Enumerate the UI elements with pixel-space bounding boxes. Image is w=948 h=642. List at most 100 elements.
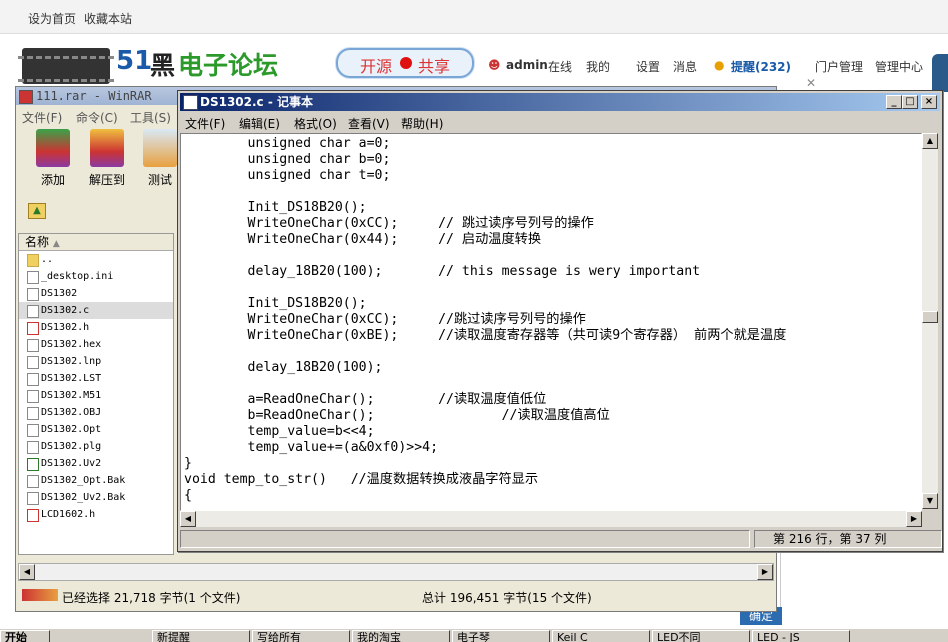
taskbar-item[interactable]: 写给所有 [252,630,350,642]
file-icon [27,373,39,386]
taskbar-item[interactable]: 电子琴 [452,630,550,642]
admin-center-link[interactable]: 管理中心 [875,58,923,75]
my-menu[interactable]: 我的 [586,58,610,75]
menu-format[interactable]: 格式(O) [294,115,337,132]
file-row[interactable]: DS1302.Opt [19,421,173,438]
file-icon [27,424,39,437]
tool-test-button[interactable]: 测试 [140,129,180,188]
scroll-left-icon[interactable]: ◀ [180,511,196,527]
file-row[interactable]: DS1302.Uv2 [19,455,173,472]
menu-edit[interactable]: 编辑(E) [239,115,280,132]
messages-link[interactable]: 消息 [673,58,697,75]
scroll-up-icon[interactable]: ▲ [922,133,938,149]
taskbar-item[interactable]: LED - JS [752,630,850,642]
tool-test-label: 测试 [147,173,172,187]
file-list: 名称 ▲ .. _desktop.ini DS1302 DS1302.c DS1… [18,233,174,555]
file-row[interactable]: _desktop.ini [19,268,173,285]
maximize-button[interactable]: □ [902,95,918,109]
file-name: _desktop.ini [41,271,114,282]
slogan-badge: 开源 共享 [336,48,474,78]
winrar-menu-tools[interactable]: 工具(S) [130,109,171,126]
winrar-menu-command[interactable]: 命令(C) [76,109,118,126]
set-home-link[interactable]: 设为首页 [28,10,76,27]
scroll-down-icon[interactable]: ▼ [922,493,938,509]
file-row[interactable]: LCD1602.h [19,506,173,523]
notepad-titlebar[interactable]: DS1302.c - 记事本 _ □ × [180,93,940,111]
file-name: DS1302.M51 [41,390,102,401]
file-row[interactable]: DS1302.plg [19,438,173,455]
file-icon [27,356,39,369]
file-icon [27,492,39,505]
vertical-scrollbar[interactable]: ▲ ▼ [922,133,938,509]
winrar-horizontal-scrollbar[interactable]: ◀ ▶ [18,563,774,581]
file-icon [27,407,39,420]
horizontal-scrollbar[interactable]: ◀ ▶ [180,511,922,527]
cursor-position: 第 216 行，第 37 列 [754,530,942,548]
close-icon[interactable]: ✕ [806,76,816,90]
file-row[interactable]: .. [19,251,173,268]
winrar-menu-file[interactable]: 文件(F) [22,109,62,126]
file-icon [27,390,39,403]
user-link[interactable]: admin [506,58,548,72]
taskbar-item[interactable]: 新提醒 [152,630,250,642]
menu-help[interactable]: 帮助(H) [401,115,443,132]
scroll-right-icon[interactable]: ▶ [906,511,922,527]
file-name: LCD1602.h [41,509,96,520]
path-bar: ▲ [18,201,188,223]
winrar-title: 111.rar - WinRAR [36,89,152,103]
menu-file[interactable]: 文件(F) [185,115,225,132]
file-row[interactable]: DS1302_Uv2.Bak [19,489,173,506]
bookmark-link[interactable]: 收藏本站 [84,10,132,27]
start-button[interactable]: 开始 [0,630,50,642]
file-name: DS1302.lnp [41,356,102,367]
taskbar-item[interactable]: LED不同 [652,630,750,642]
online-status: 在线 [548,60,573,74]
menu-view[interactable]: 查看(V) [348,115,390,132]
file-name: DS1302.plg [41,441,102,452]
scroll-thumb[interactable] [922,311,938,323]
slogan-left: 开源 [360,57,393,76]
test-archive-icon [143,129,177,167]
column-header-name[interactable]: 名称 ▲ [19,234,173,251]
taskbar: 开始 新提醒 写给所有 我的淘宝 电子琴 Keil C LED不同 LED - … [0,628,948,642]
file-row[interactable]: DS1302 [19,285,173,302]
reminder-link[interactable]: 提醒(232) [731,58,791,75]
status-total: 总计 196,451 字节(15 个文件) [422,591,592,605]
portal-admin-link[interactable]: 门户管理 [815,58,863,75]
scroll-left-icon[interactable]: ◀ [19,564,35,580]
drive-status-icon [22,589,58,601]
tool-extract-button[interactable]: 解压到 [84,129,130,188]
file-row[interactable]: DS1302.h [19,319,173,336]
text-editor[interactable]: unsigned char a=0; unsigned char b=0; un… [180,133,922,511]
notepad-menubar: 文件(F) 编辑(E) 格式(O) 查看(V) 帮助(H) [180,112,940,132]
slogan-right: 共享 [418,57,451,76]
close-button[interactable]: × [921,95,937,109]
file-name: DS1302.Uv2 [41,458,102,469]
scroll-right-icon[interactable]: ▶ [757,564,773,580]
file-icon [27,271,39,284]
tool-add-button[interactable]: 添加 [30,129,76,188]
extract-folder-icon [90,129,124,167]
folder-up-icon[interactable]: ▲ [28,203,46,219]
file-icon [27,339,39,352]
file-icon [27,475,39,488]
file-row[interactable]: DS1302.LST [19,370,173,387]
logo-number: 51 [116,46,153,76]
taskbar-item[interactable]: Keil C [552,630,650,642]
settings-link[interactable]: 设置 [636,58,660,75]
file-row[interactable]: DS1302.lnp [19,353,173,370]
file-row[interactable]: DS1302.hex [19,336,173,353]
file-name: DS1302 [41,288,78,299]
file-row[interactable]: DS1302_Opt.Bak [19,472,173,489]
winrar-app-icon [19,90,33,104]
forum-topbar: 设为首页 收藏本站 [0,0,948,34]
chip-logo-icon [18,48,114,84]
file-row[interactable]: DS1302.M51 [19,387,173,404]
file-row[interactable]: DS1302.OBJ [19,404,173,421]
minimize-button[interactable]: _ [886,95,902,109]
file-name: DS1302.h [41,322,90,333]
file-row-selected[interactable]: DS1302.c [19,302,173,319]
notepad-window: DS1302.c - 记事本 _ □ × 文件(F) 编辑(E) 格式(O) 查… [177,90,943,552]
add-archive-icon [36,129,70,167]
taskbar-item[interactable]: 我的淘宝 [352,630,450,642]
